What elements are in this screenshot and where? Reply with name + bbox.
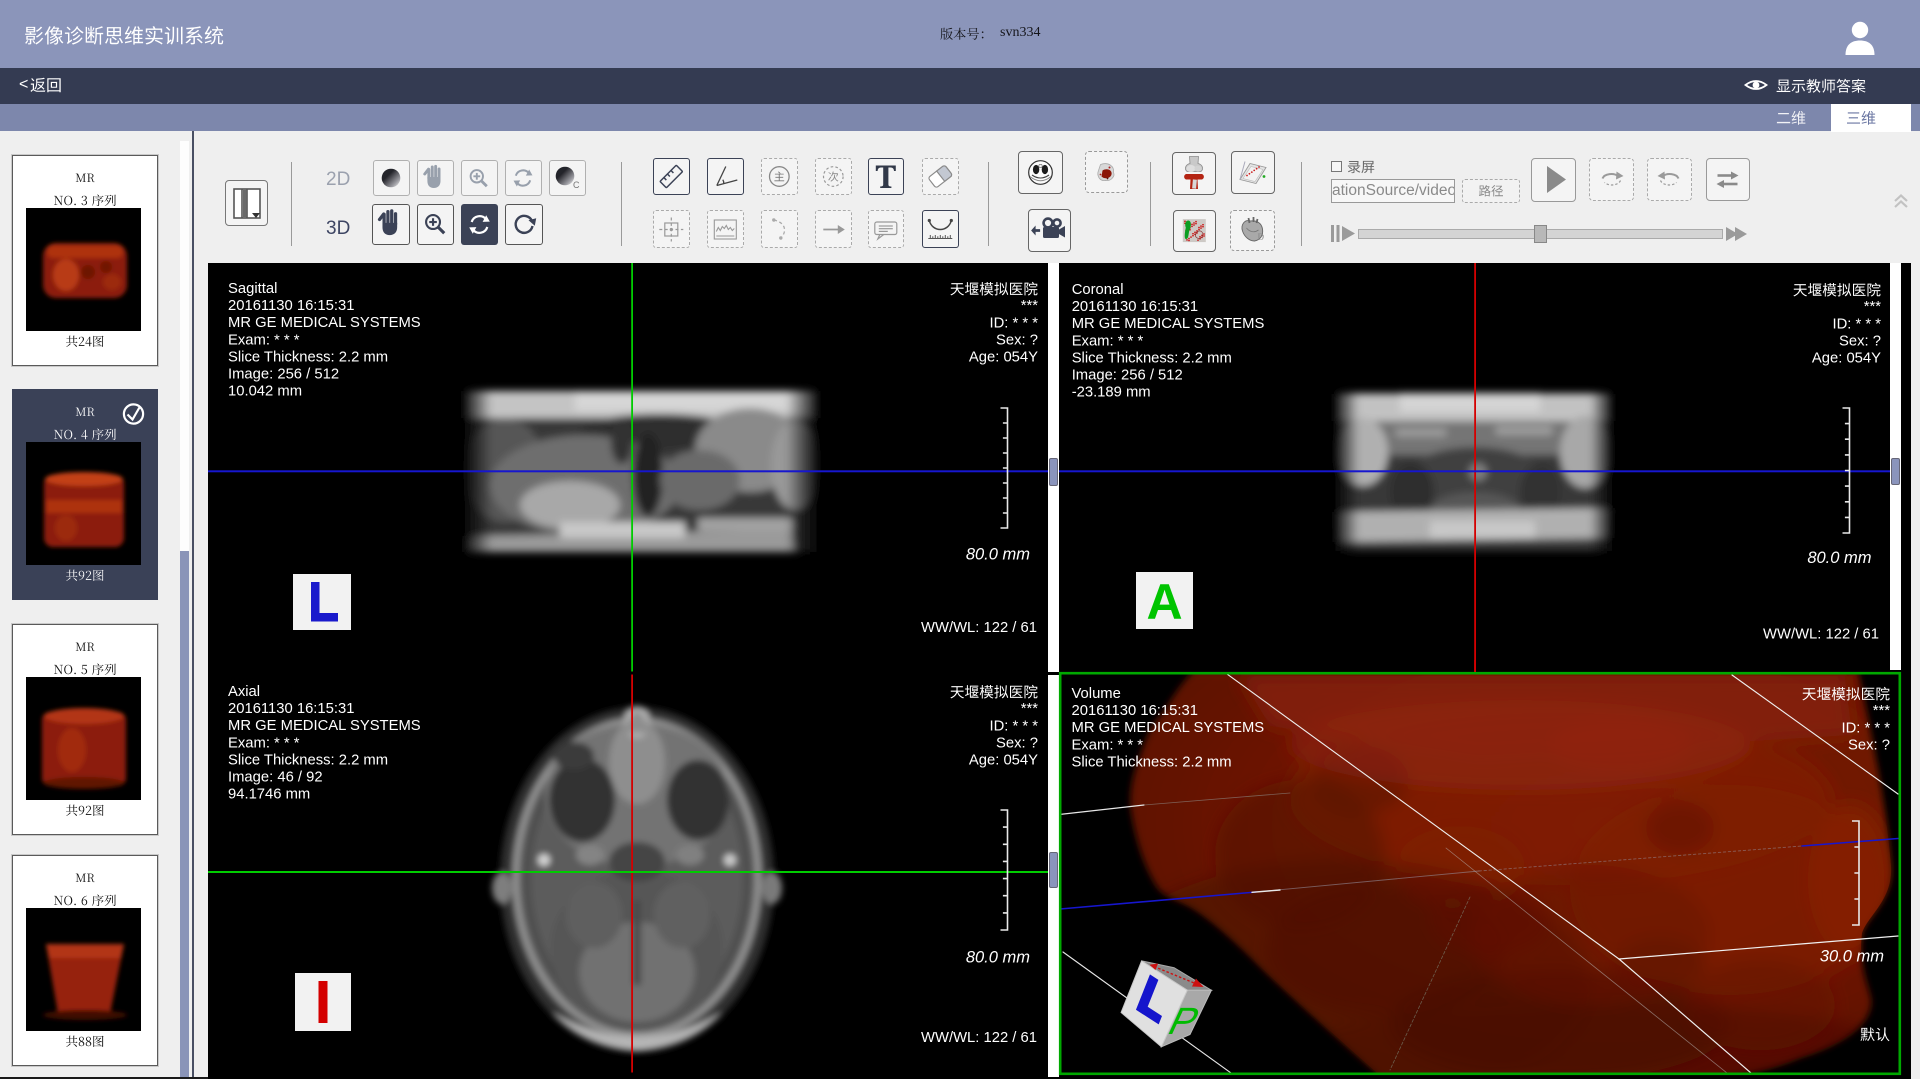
svg-text:Sagittal: Sagittal [228,281,277,297]
svg-text:Age: 054Y: Age: 054Y [969,753,1038,769]
svg-text:Axial: Axial [228,684,260,700]
svg-text:Slice Thickness: 2.2 mm: Slice Thickness: 2.2 mm [228,349,388,365]
svg-text:Exam: * * *: Exam: * * * [228,332,300,348]
svg-text:ID: * * *: ID: * * * [989,315,1038,331]
svg-text:Sex: ?: Sex: ? [996,332,1038,348]
svg-text:20161130 16:15:31: 20161130 16:15:31 [1072,703,1198,719]
svg-text:Image: 256 / 512: Image: 256 / 512 [1072,368,1183,384]
svg-text:80.0 mm: 80.0 mm [1807,549,1871,567]
svg-text:Image: 256 / 512: Image: 256 / 512 [228,367,339,383]
svg-text:MR GE MEDICAL SYSTEMS: MR GE MEDICAL SYSTEMS [1072,720,1265,736]
svg-text:Age: 054Y: Age: 054Y [1812,351,1881,367]
svg-text:***: *** [1021,298,1039,314]
svg-text:80.0 mm: 80.0 mm [966,949,1030,967]
svg-text:ID: * * *: ID: * * * [1841,720,1890,736]
svg-text:-23.189 mm: -23.189 mm [1072,385,1151,401]
svg-text:30.0 mm: 30.0 mm [1820,948,1884,966]
svg-text:Exam: * * *: Exam: * * * [1072,737,1144,753]
svg-text:Age: 054Y: Age: 054Y [969,350,1038,366]
svg-text:Slice Thickness: 2.2 mm: Slice Thickness: 2.2 mm [1072,754,1232,770]
svg-text:80.0 mm: 80.0 mm [966,546,1030,564]
svg-text:94.1746 mm: 94.1746 mm [228,787,310,803]
svg-text:Slice Thickness: 2.2 mm: Slice Thickness: 2.2 mm [1072,350,1232,366]
svg-text:***: *** [1864,299,1882,315]
svg-text:C: C [573,180,580,190]
svg-text:20161130 16:15:31: 20161130 16:15:31 [228,701,354,717]
svg-text:Sex: ?: Sex: ? [996,735,1038,751]
svg-text:MR GE MEDICAL SYSTEMS: MR GE MEDICAL SYSTEMS [1072,316,1265,332]
svg-text:20161130 16:15:31: 20161130 16:15:31 [228,298,354,314]
svg-text:ID: * * *: ID: * * * [989,718,1038,734]
svg-text:Exam: * * *: Exam: * * * [228,735,300,751]
svg-text:D: D [1258,232,1265,242]
svg-text:***: *** [1873,703,1891,719]
svg-text:MR GE MEDICAL SYSTEMS: MR GE MEDICAL SYSTEMS [228,718,421,734]
svg-text:10.042 mm: 10.042 mm [228,384,302,400]
svg-text:Sex: ?: Sex: ? [1848,737,1890,753]
svg-text:Slice Thickness: 2.2 mm: Slice Thickness: 2.2 mm [228,752,388,768]
svg-text:MR GE MEDICAL SYSTEMS: MR GE MEDICAL SYSTEMS [228,315,421,331]
svg-text:WW/WL: 122 / 61: WW/WL: 122 / 61 [1763,627,1879,643]
svg-text:A: A [1146,574,1182,630]
svg-text:Coronal: Coronal [1072,282,1124,298]
svg-text:ID: * * *: ID: * * * [1832,316,1881,332]
svg-text:Sex: ?: Sex: ? [1839,333,1881,349]
svg-text:***: *** [1021,701,1039,717]
svg-text:Volume: Volume [1072,686,1121,702]
svg-text:Exam: * * *: Exam: * * * [1072,333,1144,349]
svg-text:20161130 16:15:31: 20161130 16:15:31 [1072,299,1198,315]
svg-text:WW/WL: 122 / 61: WW/WL: 122 / 61 [921,620,1037,636]
svg-text:Image: 46 / 92: Image: 46 / 92 [228,770,323,786]
svg-text:WW/WL: 122 / 61: WW/WL: 122 / 61 [921,1030,1037,1046]
